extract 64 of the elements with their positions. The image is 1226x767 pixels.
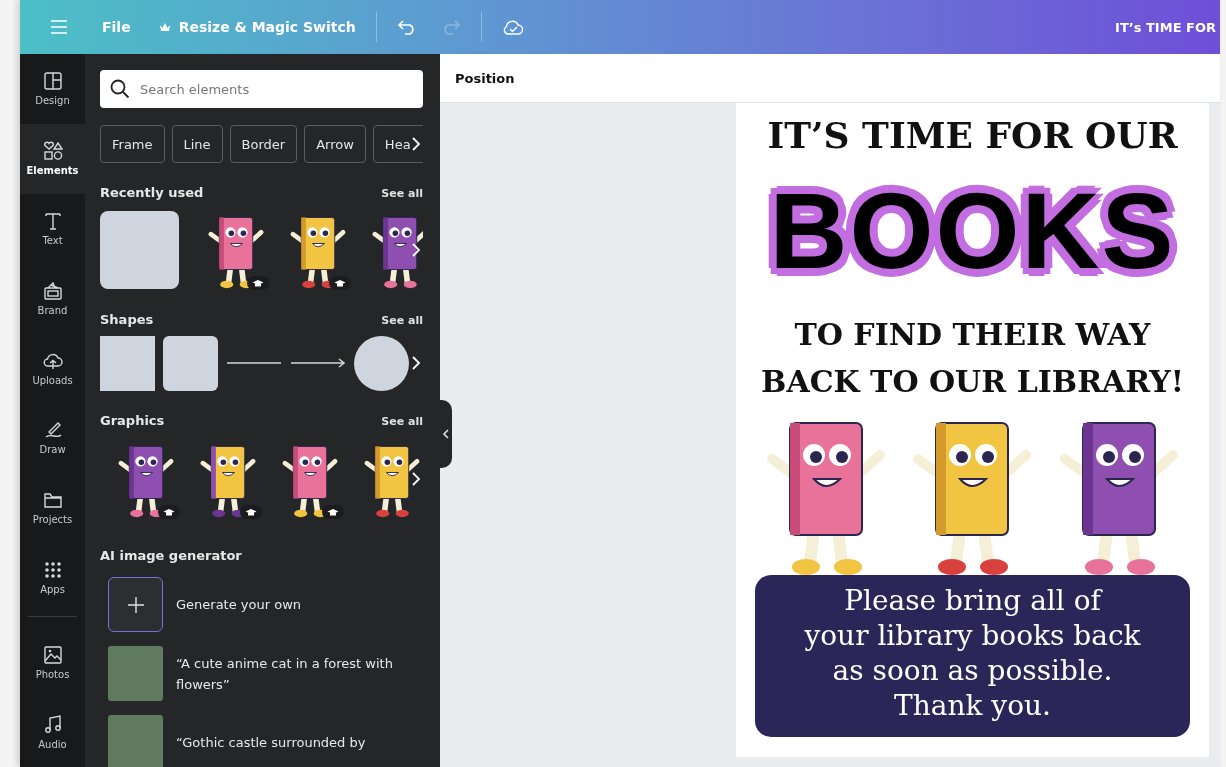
graduation-cap-icon [240, 505, 262, 519]
image-icon [42, 644, 63, 665]
music-note-icon [42, 714, 63, 735]
sidebar-item[interactable]: Design [20, 54, 85, 124]
layout-icon [42, 71, 63, 92]
poster-title: BOOKS [769, 173, 1176, 289]
plus-icon [126, 595, 145, 614]
search-icon [110, 79, 130, 99]
crown-icon [158, 22, 171, 32]
see-all-link[interactable]: See all [381, 187, 423, 200]
see-all-link[interactable]: See all [381, 314, 423, 327]
chevron-right-icon[interactable] [411, 355, 421, 371]
section-title: AI image generator [100, 548, 242, 563]
sidebar-item[interactable]: Audio [20, 697, 85, 767]
menu-icon [50, 20, 68, 34]
sidebar-item[interactable]: Photos [20, 627, 85, 698]
poster-message: Please bring all of your library books back as soon as possible. Thank you. [755, 575, 1190, 737]
grid-dots-icon [42, 559, 63, 580]
chevron-right-icon[interactable] [411, 471, 421, 487]
generate-button[interactable] [108, 577, 163, 632]
graduation-cap-icon [322, 505, 344, 519]
chevron-right-icon[interactable] [411, 136, 421, 152]
filter-chip[interactable]: Frame [100, 125, 165, 163]
document-title[interactable]: IT’s TIME FOR [1115, 19, 1220, 35]
text-t-icon [42, 211, 63, 231]
section-title: Recently used [100, 185, 204, 200]
folder-icon [42, 490, 63, 511]
sidebar-item[interactable]: Projects [20, 472, 85, 543]
arrow-shape[interactable] [290, 358, 346, 368]
prompt-text[interactable]: “Gothic castle surrounded by [176, 732, 366, 753]
section-title: Graphics [100, 413, 165, 428]
line-shape[interactable] [226, 361, 282, 365]
sidebar-item[interactable]: Apps [20, 542, 85, 613]
chevron-left-icon [442, 429, 450, 439]
see-all-link[interactable]: See all [381, 415, 423, 428]
filter-chip[interactable]: Hea [372, 125, 423, 163]
undo-icon [396, 19, 417, 35]
collapse-panel-handle[interactable] [440, 400, 452, 468]
prompt-text[interactable]: “A cute anime cat in a forest with flowers” [176, 652, 423, 695]
poster-page[interactable]: IT’S TIME FOR OUR BOOKS TO FIND THEIR WAY BACK TO OUR LIBRARY! Please bring all of your library books back as soon as possible. Thank you. [736, 103, 1209, 757]
filter-chip[interactable]: Border [229, 125, 298, 163]
position-button[interactable]: Position [455, 63, 515, 93]
sidebar-item[interactable]: Draw [20, 403, 85, 473]
sidebar-item[interactable]: Uploads [20, 333, 85, 403]
poster-heading: IT’S TIME FOR OUR [767, 113, 1178, 157]
graduation-cap-icon [329, 276, 351, 290]
sidebar-item[interactable]: Elements [20, 123, 85, 194]
filter-chip[interactable]: Line [171, 125, 223, 163]
circle-shape[interactable] [354, 335, 409, 391]
filter-chip[interactable]: Arrow [304, 125, 366, 163]
square-shape-thumbnail[interactable] [100, 211, 179, 289]
sidebar-item[interactable]: Brand [20, 263, 85, 334]
shapes-icon [42, 141, 63, 162]
graduation-cap-icon [158, 505, 180, 519]
rounded-square-shape[interactable] [163, 335, 218, 391]
poster-subheading: TO FIND THEIR WAY BACK TO OUR LIBRARY! [761, 316, 1184, 401]
briefcase-icon [42, 280, 63, 301]
sidebar-item[interactable]: Text [20, 193, 85, 264]
graduation-cap-icon [247, 276, 269, 290]
section-title: Shapes [100, 312, 154, 327]
cloud-check-icon [501, 18, 524, 36]
chevron-right-icon[interactable] [411, 242, 421, 258]
search-field[interactable]: Search elements [100, 70, 423, 108]
prompt-text[interactable]: Generate your own [176, 594, 302, 615]
